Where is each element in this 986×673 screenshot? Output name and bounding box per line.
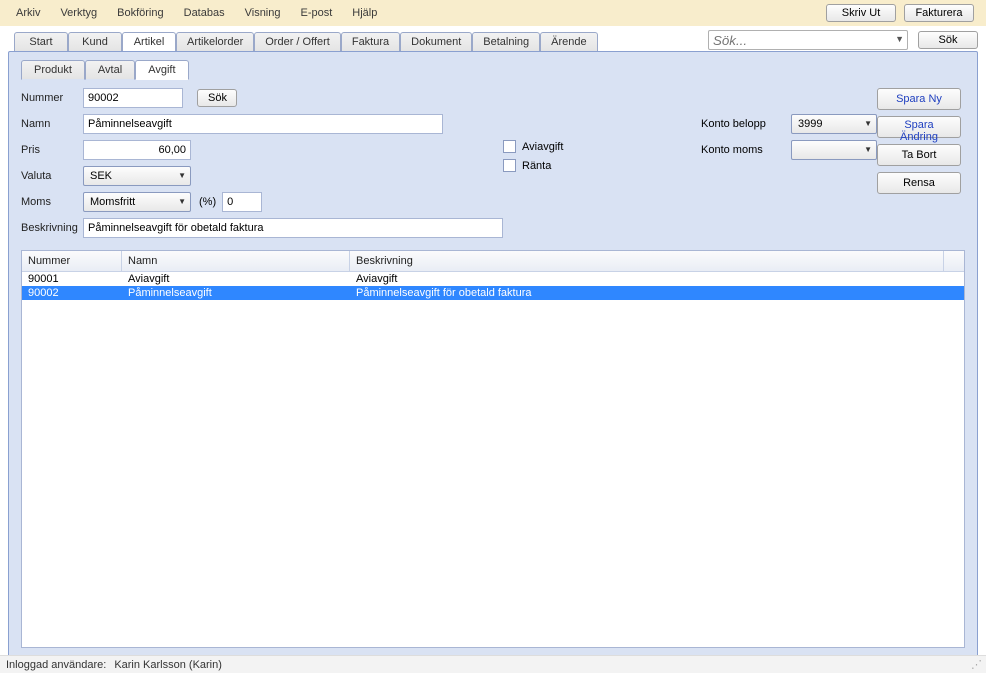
grid-body[interactable]: 90001AviavgiftAviavgift90002Påminnelseav… xyxy=(22,272,964,647)
label-percent: (%) xyxy=(199,196,216,208)
nummer-input[interactable] xyxy=(83,88,183,108)
table-row[interactable]: 90001AviavgiftAviavgift xyxy=(22,272,964,286)
global-search-button[interactable]: Sök xyxy=(918,31,978,49)
ta-bort-button[interactable]: Ta Bort xyxy=(877,144,961,166)
menu-bar: Arkiv Verktyg Bokföring Databas Visning … xyxy=(0,0,986,26)
chevron-down-icon: ▼ xyxy=(178,197,186,206)
label-aviavgift: Aviavgift xyxy=(522,141,563,153)
label-beskrivning: Beskrivning xyxy=(21,222,83,234)
resize-grip-icon[interactable]: ⋰ xyxy=(971,658,980,671)
moms-value: Momsfritt xyxy=(90,196,135,208)
menu-hjalp[interactable]: Hjälp xyxy=(342,3,387,23)
tab-faktura[interactable]: Faktura xyxy=(341,32,400,51)
global-search-wrap: ▼ xyxy=(708,30,908,50)
ranta-checkbox[interactable] xyxy=(503,159,516,172)
konto-belopp-value: 3999 xyxy=(798,118,822,130)
col-namn[interactable]: Namn xyxy=(122,251,350,271)
menu-verktyg[interactable]: Verktyg xyxy=(50,3,107,23)
menu-databas[interactable]: Databas xyxy=(174,3,235,23)
tab-artikel[interactable]: Artikel xyxy=(122,32,176,51)
grid-header: Nummer Namn Beskrivning xyxy=(22,251,964,272)
main-frame: Produkt Avtal Avgift Nummer Sök Namn Pri… xyxy=(8,51,978,661)
chevron-down-icon[interactable]: ▼ xyxy=(895,34,904,44)
pris-input[interactable] xyxy=(83,140,191,160)
rensa-button[interactable]: Rensa xyxy=(877,172,961,194)
chevron-down-icon: ▼ xyxy=(864,119,872,128)
label-namn: Namn xyxy=(21,118,83,130)
spara-andring-button[interactable]: Spara Ändring xyxy=(877,116,961,138)
tab-artikelorder[interactable]: Artikelorder xyxy=(176,32,254,51)
valuta-value: SEK xyxy=(90,170,112,182)
label-valuta: Valuta xyxy=(21,170,83,182)
avgift-grid: Nummer Namn Beskrivning 90001AviavgiftAv… xyxy=(21,250,965,648)
menu-bokforing[interactable]: Bokföring xyxy=(107,3,173,23)
subtab-produkt[interactable]: Produkt xyxy=(21,60,85,80)
chevron-down-icon: ▼ xyxy=(864,145,872,154)
moms-percent-input[interactable] xyxy=(222,192,262,212)
label-ranta: Ränta xyxy=(522,160,551,172)
sok-button[interactable]: Sök xyxy=(197,89,237,107)
global-search-input[interactable] xyxy=(708,30,908,50)
table-row[interactable]: 90002PåminnelseavgiftPåminnelseavgift fö… xyxy=(22,286,964,300)
subtab-avtal[interactable]: Avtal xyxy=(85,60,135,80)
namn-input[interactable] xyxy=(83,114,443,134)
label-pris: Pris xyxy=(21,144,83,156)
label-nummer: Nummer xyxy=(21,92,83,104)
spara-ny-button[interactable]: Spara Ny xyxy=(877,88,961,110)
col-beskrivning[interactable]: Beskrivning xyxy=(350,251,944,271)
tab-betalning[interactable]: Betalning xyxy=(472,32,540,51)
tab-kund[interactable]: Kund xyxy=(68,32,122,51)
status-prefix: Inloggad användare: xyxy=(6,659,106,671)
moms-select[interactable]: Momsfritt ▼ xyxy=(83,192,191,212)
tab-start[interactable]: Start xyxy=(14,32,68,51)
tab-arende[interactable]: Ärende xyxy=(540,32,597,51)
label-konto-belopp: Konto belopp xyxy=(701,118,791,130)
tab-order-offert[interactable]: Order / Offert xyxy=(254,32,341,51)
invoice-button[interactable]: Fakturera xyxy=(904,4,974,22)
grid-scroll-spacer xyxy=(944,251,964,271)
menu-visning[interactable]: Visning xyxy=(235,3,291,23)
aviavgift-checkbox[interactable] xyxy=(503,140,516,153)
label-moms: Moms xyxy=(21,196,83,208)
chevron-down-icon: ▼ xyxy=(178,171,186,180)
status-bar: Inloggad användare: Karin Karlsson (Kari… xyxy=(0,655,986,673)
valuta-select[interactable]: SEK ▼ xyxy=(83,166,191,186)
menu-arkiv[interactable]: Arkiv xyxy=(6,3,50,23)
print-button[interactable]: Skriv Ut xyxy=(826,4,896,22)
tab-dokument[interactable]: Dokument xyxy=(400,32,472,51)
konto-moms-select[interactable]: ▼ xyxy=(791,140,877,160)
subtab-avgift[interactable]: Avgift xyxy=(135,60,188,80)
konto-belopp-select[interactable]: 3999 ▼ xyxy=(791,114,877,134)
status-user: Karin Karlsson (Karin) xyxy=(114,659,222,671)
beskrivning-input[interactable] xyxy=(83,218,503,238)
menu-epost[interactable]: E-post xyxy=(291,3,343,23)
col-nummer[interactable]: Nummer xyxy=(22,251,122,271)
label-konto-moms: Konto moms xyxy=(701,144,791,156)
